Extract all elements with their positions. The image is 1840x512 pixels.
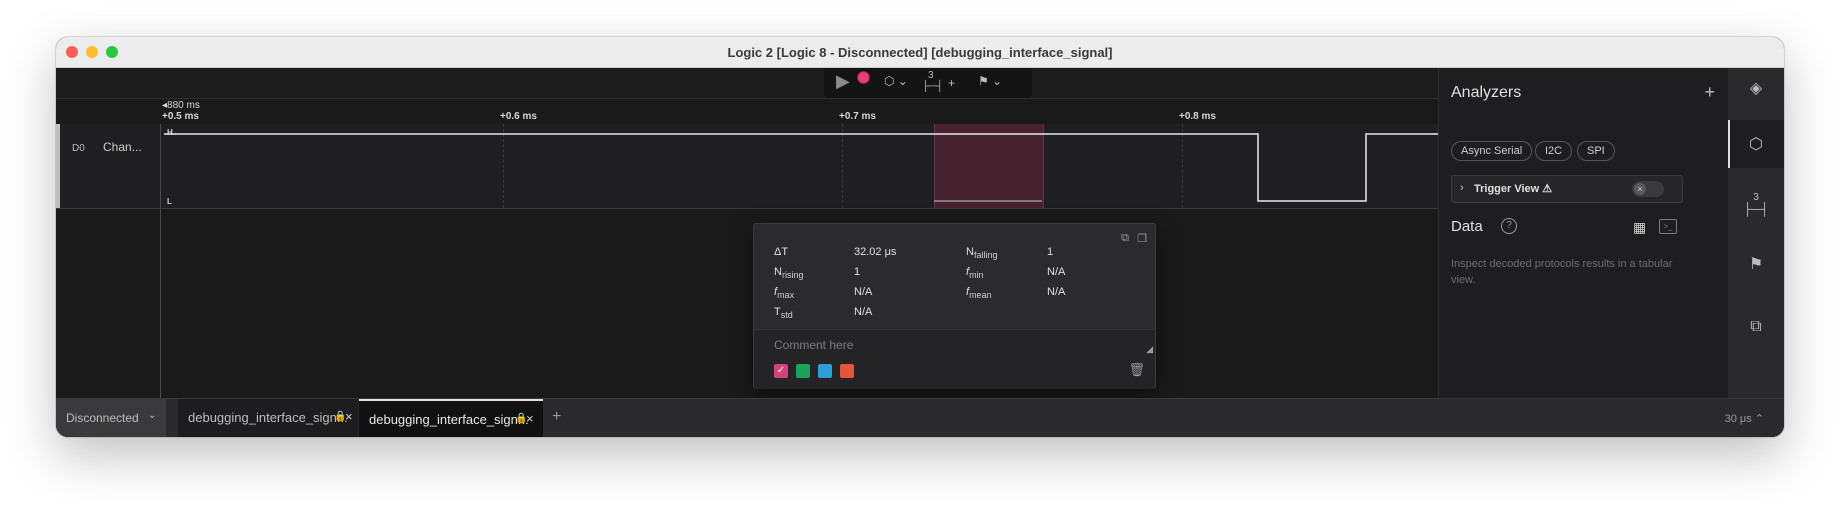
f-max-sub: max: [777, 290, 795, 301]
chevron-right-icon: ›: [1460, 182, 1464, 194]
capture-tab[interactable]: debugging_interface_sign... 🔒 ×: [178, 399, 358, 437]
data-title: Data: [1451, 218, 1483, 235]
tab-label: debugging_interface_sign...: [369, 412, 529, 427]
app-window: Logic 2 [Logic 8 - Disconnected] [debugg…: [56, 37, 1784, 437]
right-sidebar: ◈ ⬡ 3 ├─┤ ⚑ ⧉: [1728, 68, 1784, 398]
delta-t-label: ΔT: [774, 246, 789, 258]
comment-input[interactable]: Comment here: [774, 338, 853, 352]
copy-icon[interactable]: ❐: [1137, 232, 1147, 245]
color-swatch[interactable]: [818, 364, 832, 378]
time-ruler[interactable]: ◂880 ms +0.5 ms +0.6 ms +0.7 ms +0.8 ms: [56, 98, 1438, 125]
flag-icon[interactable]: ⚑ ⌄: [978, 74, 1002, 88]
comment-area[interactable]: Comment here ✓ 🗑 ◢: [754, 329, 1155, 389]
timing-marker-label: 3: [928, 70, 934, 81]
measurement-popup: ⧉ ❐ ΔT 32.02 μs Nfalling 1 Nrising 1 fmi…: [753, 223, 1156, 389]
toggle-knob: ×: [1634, 183, 1646, 195]
n-rising-sub: rising: [781, 270, 804, 281]
t-std-value: N/A: [854, 306, 873, 318]
add-timing-marker-button[interactable]: +: [948, 76, 955, 90]
tab-label: debugging_interface_sign...: [188, 410, 348, 425]
f-max-value: N/A: [854, 286, 873, 298]
f-mean-label: fmean: [966, 286, 992, 300]
delta-t-value: 32.02 μs: [854, 246, 897, 258]
analyzer-chip-i2c[interactable]: I2C: [1535, 141, 1573, 161]
pin-icon[interactable]: ⧉: [1121, 232, 1129, 245]
resize-handle-icon[interactable]: ◢: [1146, 344, 1153, 355]
title-bar: Logic 2 [Logic 8 - Disconnected] [debugg…: [56, 37, 1784, 68]
ruler-tick: +0.5 ms: [162, 111, 199, 122]
device-status-label: Disconnected: [66, 411, 139, 425]
trash-icon[interactable]: 🗑: [1128, 362, 1145, 378]
t-std-symbol: T: [774, 306, 781, 318]
timing-marker-icon[interactable]: ├─┤: [1728, 202, 1784, 216]
f-min-sub: min: [969, 270, 984, 281]
capture-view[interactable]: ▶ ⬡ ⌄ 3 ├─┤ + ⚑ ⌄ ◂880 ms +0.5 ms +0.6 m…: [56, 68, 1438, 398]
n-rising-value: 1: [854, 266, 861, 278]
record-indicator: [857, 71, 870, 84]
markers-icon[interactable]: ⚑: [1728, 254, 1784, 274]
n-rising-symbol: N: [774, 266, 782, 278]
capture-toolbar: ▶ ⬡ ⌄ 3 ├─┤ + ⚑ ⌄: [824, 68, 1032, 98]
capture-tab-active[interactable]: debugging_interface_sign... 🔒 ×: [359, 399, 543, 437]
analyzers-title: Analyzers: [1451, 84, 1522, 101]
terminal-icon[interactable]: >_: [1659, 219, 1677, 234]
ruler-tick: +0.7 ms: [839, 111, 876, 122]
trigger-icon[interactable]: ⬡ ⌄: [884, 74, 908, 88]
analyzer-chip-spi[interactable]: SPI: [1577, 141, 1615, 161]
trigger-view-toggle[interactable]: ×: [1632, 181, 1664, 197]
play-icon[interactable]: ▶: [836, 71, 850, 92]
chevron-down-icon: ⌄: [148, 410, 157, 421]
window-title: Logic 2 [Logic 8 - Disconnected] [debugg…: [727, 45, 1113, 60]
new-tab-button[interactable]: +: [552, 408, 561, 426]
help-icon[interactable]: ?: [1501, 218, 1517, 234]
n-falling-label: Nfalling: [966, 246, 997, 260]
color-swatch-selected[interactable]: ✓: [774, 364, 788, 378]
ruler-tick: +0.6 ms: [500, 111, 537, 122]
trigger-view-row[interactable]: › Trigger View ⚠ ×: [1451, 175, 1683, 203]
analyzers-panel: Analyzers + Async Serial I2C SPI › Trigg…: [1438, 68, 1729, 398]
extensions-icon[interactable]: ⧉: [1728, 318, 1784, 336]
n-falling-symbol: N: [966, 246, 974, 258]
ruler-reference-text: 880 ms: [167, 100, 200, 111]
analyzers-icon[interactable]: ⬡: [1728, 134, 1784, 154]
ruler-tick: +0.8 ms: [1179, 111, 1216, 122]
analyzer-chip-async-serial[interactable]: Async Serial: [1451, 141, 1533, 161]
f-mean-value: N/A: [1047, 286, 1066, 298]
n-rising-label: Nrising: [774, 266, 803, 280]
close-tab-button[interactable]: ×: [526, 411, 534, 426]
f-max-label: fmax: [774, 286, 794, 300]
n-falling-sub: falling: [973, 250, 998, 261]
t-std-label: Tstd: [774, 306, 793, 320]
color-swatch[interactable]: [840, 364, 854, 378]
t-std-sub: std: [780, 310, 793, 321]
time-cursor[interactable]: [160, 124, 161, 398]
view-span[interactable]: 30 μs ⌃: [1725, 412, 1764, 425]
f-min-label: fmin: [966, 266, 984, 280]
device-status[interactable]: Disconnected ⌄: [56, 399, 166, 437]
trigger-view-label: Trigger View ⚠: [1474, 183, 1553, 195]
add-analyzer-button[interactable]: +: [1704, 82, 1715, 103]
f-mean-sub: mean: [969, 290, 992, 301]
f-min-value: N/A: [1047, 266, 1066, 278]
tab-bar: Disconnected ⌄ debugging_interface_sign.…: [56, 398, 1784, 437]
data-description: Inspect decoded protocols results in a t…: [1451, 258, 1673, 286]
digital-waveform: [164, 133, 1438, 202]
top-strip: [56, 68, 1438, 99]
timing-marker-icon[interactable]: ├─┤: [922, 81, 943, 92]
color-swatch[interactable]: [796, 364, 810, 378]
table-icon[interactable]: ▦: [1633, 219, 1646, 236]
view-span-text: 30 μs: [1724, 413, 1752, 425]
ruler-reference: ◂880 ms: [162, 100, 200, 111]
n-falling-value: 1: [1047, 246, 1054, 258]
close-tab-button[interactable]: ×: [345, 409, 353, 424]
device-icon[interactable]: ◈: [1728, 78, 1784, 98]
